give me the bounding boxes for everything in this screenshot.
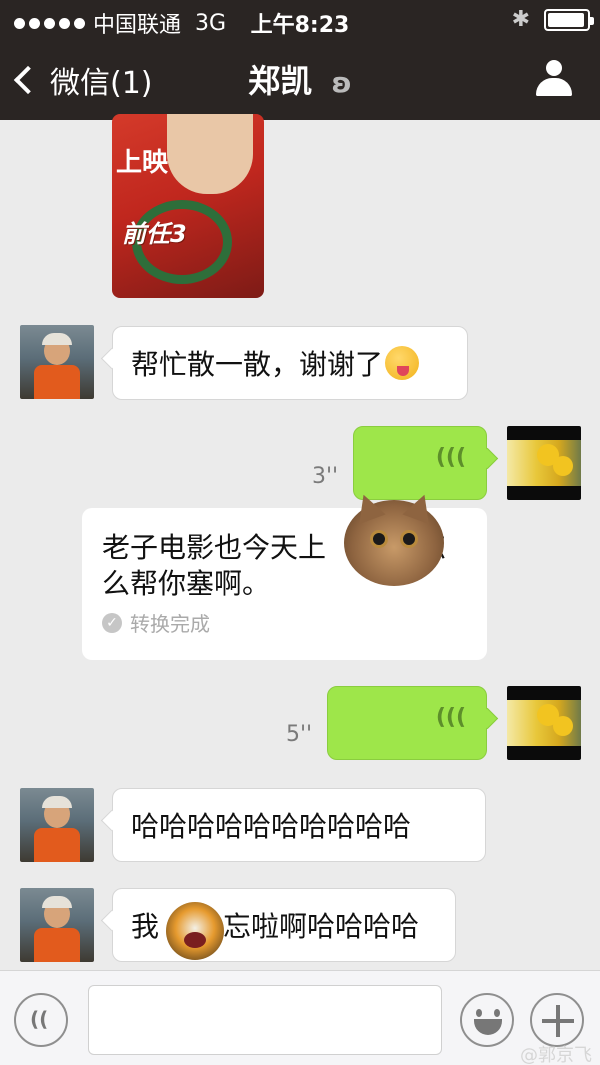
- transcription-line1: 老子电影也今天上: [102, 531, 327, 564]
- voice-duration: 5'': [286, 722, 313, 747]
- message-bubble[interactable]: 我 忘啦啊哈哈哈哈: [112, 888, 456, 962]
- add-button[interactable]: [530, 993, 584, 1047]
- movie-poster-image[interactable]: 上映 前任3: [112, 114, 264, 298]
- poster-logo-text: 前任3: [122, 220, 187, 248]
- message-text-after: 忘啦啊哈哈哈哈: [223, 910, 420, 943]
- avatar-contact[interactable]: [20, 325, 94, 399]
- person-icon[interactable]: [536, 60, 572, 96]
- message-text: 哈哈哈哈哈哈哈哈哈哈: [131, 810, 412, 843]
- transcription-status: ✓ 转换完成: [102, 608, 210, 637]
- emoji-button[interactable]: [460, 993, 514, 1047]
- poster-face: [167, 114, 253, 194]
- tiger-sticker-icon: [166, 902, 224, 960]
- smile-icon: [476, 1009, 500, 1017]
- avatar-contact[interactable]: [20, 788, 94, 862]
- voice-message-bubble[interactable]: (((: [327, 686, 487, 760]
- battery-icon: [544, 8, 594, 31]
- message-text: 帮忙散一散，谢谢了: [131, 348, 384, 381]
- top-bar: 中国联通 3G 上午8:23 ✱ 微信(1) 郑凯 ʚ: [0, 0, 600, 120]
- voice-input-button[interactable]: ((: [14, 993, 68, 1047]
- message-input[interactable]: [88, 985, 442, 1055]
- message-text-before: 我: [131, 910, 160, 943]
- poster-top-text: 上映: [116, 148, 169, 178]
- watermark: @郭京飞: [520, 1045, 592, 1065]
- chat-title: 郑凯 ʚ: [0, 56, 600, 102]
- cat-sticker-icon: [344, 489, 444, 586]
- transcription-line2: 么帮你塞啊。: [102, 567, 271, 600]
- sound-wave-icon: (((: [435, 705, 466, 730]
- chat-area[interactable]: 上映 前任3 帮忙散一散，谢谢了 3'' ((( 老子电影也今天上怎 么帮你塞啊…: [0, 114, 600, 970]
- sound-wave-icon: (((: [435, 445, 466, 470]
- avatar-self[interactable]: [507, 426, 581, 500]
- voice-duration: 3'': [312, 464, 339, 489]
- transcription-status-text: 转换完成: [130, 612, 210, 636]
- message-bubble[interactable]: 帮忙散一散，谢谢了: [112, 326, 468, 400]
- message-bubble[interactable]: 哈哈哈哈哈哈哈哈哈哈: [112, 788, 486, 862]
- voice-wave-icon: ((: [30, 1007, 49, 1031]
- avatar-contact[interactable]: [20, 888, 94, 962]
- nav-bar: 微信(1) 郑凯 ʚ: [0, 40, 600, 120]
- check-circle-icon: ✓: [102, 612, 122, 633]
- tongue-out-emoji-icon: [385, 346, 420, 380]
- status-bar: 中国联通 3G 上午8:23 ✱: [0, 0, 600, 40]
- status-time: 上午8:23: [250, 13, 350, 38]
- voice-message-bubble[interactable]: (((: [353, 426, 487, 500]
- ear-icon: ʚ: [331, 66, 352, 99]
- avatar-self[interactable]: [507, 686, 581, 760]
- status-right: ✱: [511, 7, 594, 32]
- bluetooth-icon: ✱: [511, 7, 530, 32]
- input-bar: (( @郭京飞: [0, 970, 600, 1065]
- chat-title-text: 郑凯: [248, 62, 313, 100]
